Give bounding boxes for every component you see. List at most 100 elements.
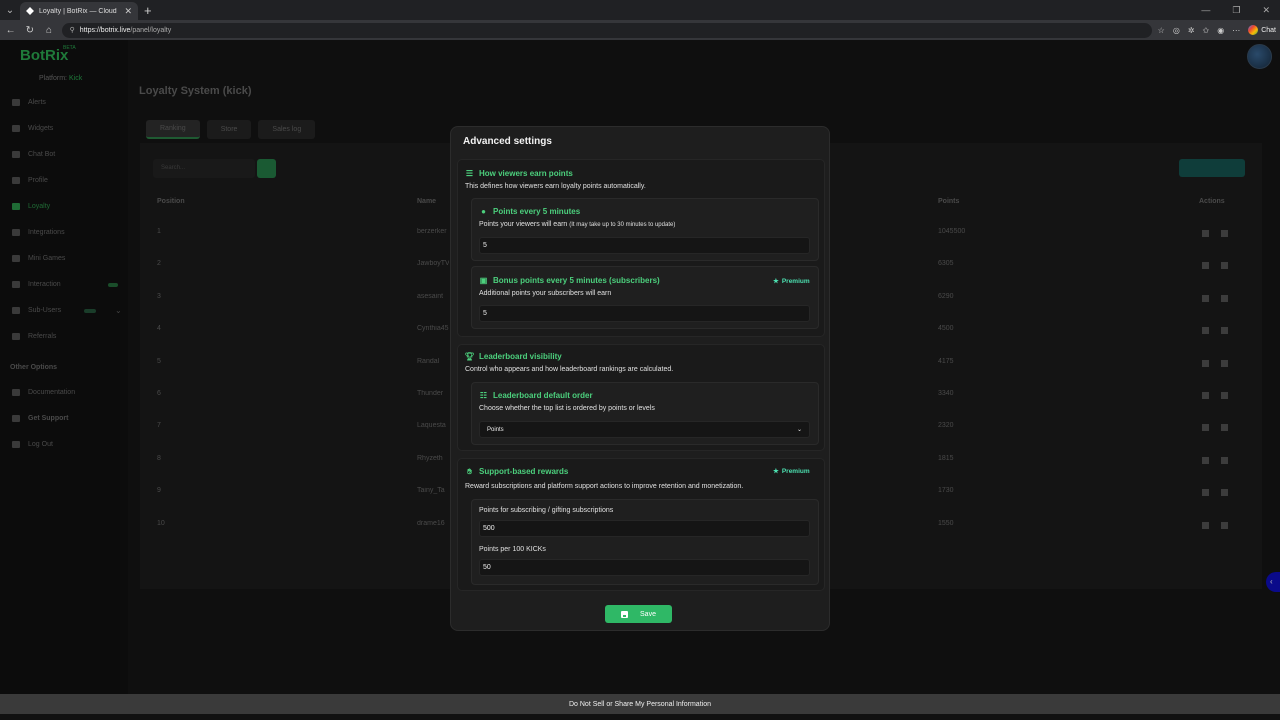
new-tab-icon[interactable]: +: [144, 3, 152, 18]
sidebar-item-log-out[interactable]: Log Out: [12, 441, 53, 448]
edit-icon[interactable]: [1202, 392, 1209, 399]
row-name: Randal: [417, 357, 440, 365]
edit-icon[interactable]: [1202, 359, 1209, 367]
window-controls: — ❐ ✕: [1201, 5, 1280, 16]
extension-icon[interactable]: ◎: [1173, 26, 1180, 35]
minimize-icon[interactable]: —: [1201, 5, 1210, 16]
trash-icon[interactable]: [1221, 294, 1228, 302]
chat-button[interactable]: Chat: [1248, 25, 1276, 35]
trash-icon[interactable]: [1221, 327, 1228, 335]
profile-icon[interactable]: ◉: [1217, 26, 1224, 35]
trash-icon[interactable]: [1221, 262, 1228, 270]
sidebar-item-interaction[interactable]: Interaction: [12, 281, 61, 288]
edit-icon[interactable]: [1202, 230, 1209, 237]
kicks-points-label: Points per 100 KICKs: [479, 546, 546, 553]
support-rewards-section: ✋︎ Support-based rewards ★ Premium Reward …: [457, 458, 825, 591]
sidebar-item-referrals[interactable]: Referrals: [12, 333, 56, 340]
chevron-down-icon[interactable]: ⌄: [115, 306, 122, 315]
sidebar-item-chat-bot[interactable]: Chat Bot: [12, 151, 55, 158]
trash-icon[interactable]: [1221, 521, 1228, 529]
address-bar[interactable]: ⚲ https://botrix.live/panel/loyalty: [61, 22, 1152, 38]
trash-icon[interactable]: [1221, 424, 1228, 432]
botrix-logo[interactable]: BotRix: [20, 47, 68, 64]
restore-icon[interactable]: ❐: [1232, 5, 1240, 16]
edit-icon[interactable]: [1202, 456, 1209, 464]
trash-icon[interactable]: [1221, 456, 1228, 464]
new-badge: [108, 283, 118, 287]
platform-indicator: Platform: Kick: [39, 75, 82, 82]
back-icon[interactable]: ←: [4, 25, 17, 36]
sidebar-item-profile[interactable]: Profile: [12, 177, 48, 184]
support-section-title: ✋︎ Support-based rewards: [465, 466, 568, 477]
tab-store[interactable]: Store: [206, 120, 252, 139]
trash-icon[interactable]: [1221, 489, 1228, 497]
trash-icon[interactable]: [1221, 230, 1228, 237]
sidebar-item-widgets[interactable]: Widgets: [12, 125, 53, 132]
add-points-button[interactable]: [1179, 159, 1245, 177]
edit-icon[interactable]: [1202, 424, 1209, 432]
extensions-puzzle-icon[interactable]: ✲: [1188, 26, 1195, 35]
bonus-points-input[interactable]: 5: [479, 305, 810, 322]
row-points: 1550: [938, 519, 954, 527]
premium-badge: ★ Premium: [773, 467, 810, 476]
widgets-icon: [12, 125, 20, 132]
leaderboard-title-text: Leaderboard visibility: [479, 352, 562, 361]
sidebar-item-alerts[interactable]: Alerts: [12, 99, 46, 106]
kicks-points-input[interactable]: 50: [479, 559, 810, 576]
edit-icon[interactable]: [1202, 327, 1209, 335]
side-panel-toggle[interactable]: ‹: [1266, 572, 1280, 592]
subscription-points-input[interactable]: 500: [479, 520, 810, 537]
support-icon: [12, 415, 20, 422]
reload-icon[interactable]: ↻: [23, 25, 36, 36]
site-info-icon[interactable]: ⚲: [70, 26, 75, 34]
bookmark-star-icon[interactable]: ☆: [1158, 26, 1165, 35]
sidebar-item-integrations[interactable]: Integrations: [12, 229, 65, 236]
sidebar-item-loyalty[interactable]: Loyalty: [12, 203, 50, 210]
edit-icon[interactable]: [1202, 521, 1209, 529]
browser-tab[interactable]: Loyalty | BotRix — Cloud Streami... ✕: [20, 2, 138, 20]
sidebar-item-label: Loyalty: [28, 203, 51, 210]
do-not-sell-link[interactable]: Do Not Sell or Share My Personal Informa…: [569, 701, 711, 708]
trophy-icon: [12, 203, 20, 210]
sidebar-item-get-support[interactable]: Get Support: [12, 415, 68, 422]
tab-ranking[interactable]: Ranking: [146, 120, 200, 139]
favorites-icon[interactable]: ✩: [1203, 26, 1210, 35]
row-position: 7: [157, 422, 161, 430]
search-input[interactable]: Search...: [153, 159, 255, 178]
home-icon[interactable]: ⌂: [42, 25, 55, 36]
search-button[interactable]: [257, 159, 276, 178]
row-position: 5: [157, 357, 161, 365]
close-tab-icon[interactable]: ✕: [124, 6, 132, 17]
user-avatar[interactable]: [1247, 44, 1272, 69]
row-name: Cynthia45: [417, 325, 449, 333]
subscription-points-label: Points for subscribing / gifting subscri…: [479, 507, 614, 514]
points-every-5-input[interactable]: 5: [479, 237, 810, 254]
trash-icon[interactable]: [1221, 359, 1228, 367]
tab-list-icon[interactable]: ⌄: [0, 0, 20, 20]
trash-icon[interactable]: [1221, 392, 1228, 399]
music-note-icon: [12, 281, 20, 288]
sidebar-item-sub-users[interactable]: Sub-Users: [12, 307, 61, 314]
tab-sales-log[interactable]: Sales log: [258, 120, 316, 139]
leaderboard-order-select[interactable]: Points ⌄: [479, 421, 810, 438]
edit-icon[interactable]: [1202, 294, 1209, 302]
integrations-icon: [12, 229, 20, 236]
menu-dots-icon[interactable]: ⋯: [1232, 26, 1240, 35]
edit-icon[interactable]: [1202, 489, 1209, 497]
save-label: Save: [640, 610, 656, 618]
url-path: /panel/loyalty: [130, 26, 172, 34]
premium-badge: ★ Premium: [773, 277, 810, 286]
hand-coin-icon: ✋︎: [467, 466, 472, 476]
sidebar-item-label: Integrations: [28, 229, 65, 236]
row-name: Thunder: [417, 390, 444, 397]
gemini-icon: [1248, 25, 1259, 35]
edit-icon[interactable]: [1202, 262, 1209, 270]
browser-tab-title: Loyalty | BotRix — Cloud Streami...: [39, 7, 119, 15]
sidebar-item-documentation[interactable]: Documentation: [12, 389, 75, 396]
row-points: 3340: [938, 390, 954, 397]
save-button[interactable]: Save: [605, 605, 672, 623]
close-window-icon[interactable]: ✕: [1262, 5, 1270, 16]
chevron-down-icon: ⌄: [796, 427, 802, 433]
sidebar-item-mini-games[interactable]: Mini Games: [12, 255, 65, 262]
other-options-heading: Other Options: [10, 364, 58, 371]
